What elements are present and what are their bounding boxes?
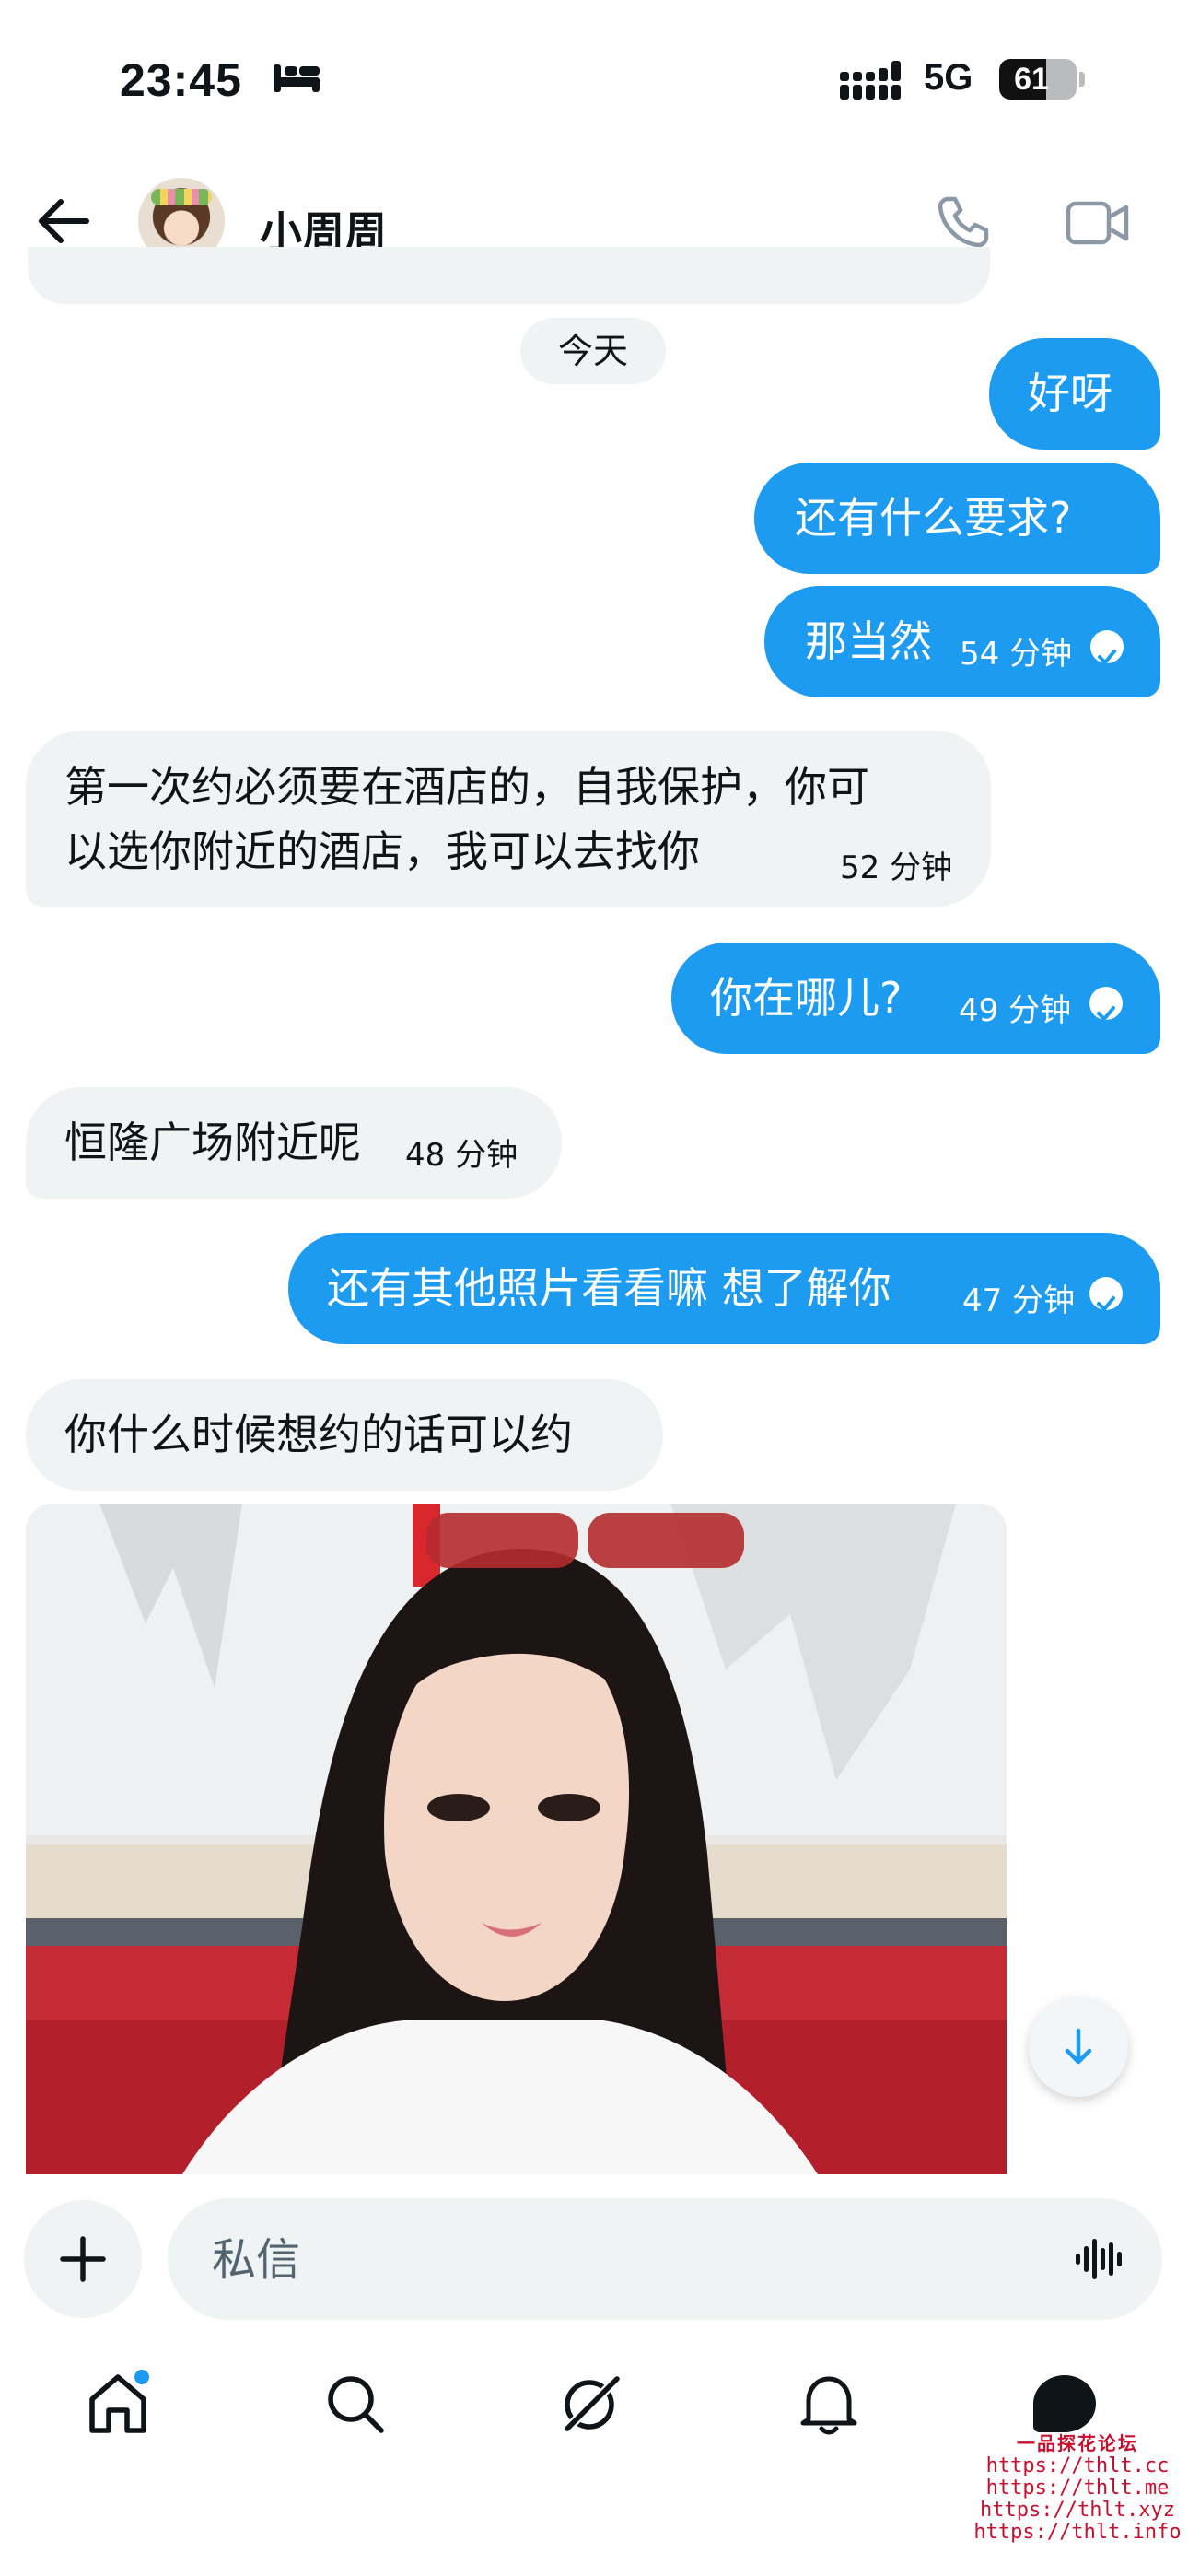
watermark-title: 一品探花论坛 bbox=[1017, 2432, 1138, 2454]
plus-icon bbox=[59, 2235, 107, 2287]
message-input[interactable] bbox=[210, 2198, 1042, 2322]
date-divider: 今天 bbox=[520, 318, 666, 384]
message-time: 54 分钟 bbox=[960, 636, 1073, 673]
message-text: 还有什么要求? bbox=[795, 493, 1072, 543]
message-text: 恒隆广场附近呢 bbox=[64, 1118, 361, 1167]
message-time: 49 分钟 bbox=[959, 992, 1072, 1029]
battery-percent: 61 bbox=[1014, 62, 1049, 97]
message-time: 48 分钟 bbox=[405, 1137, 518, 1174]
cellular-signal-icon bbox=[840, 61, 904, 105]
message-bubble-incoming[interactable]: 第一次约必须要在酒店的，自我保护，你可 以选你附近的酒店，我可以去找你 52 分… bbox=[26, 731, 991, 907]
message-bubble-outgoing[interactable]: 还有什么要求? bbox=[754, 463, 1160, 574]
message-bubble-outgoing[interactable]: 好呀 bbox=[989, 338, 1160, 450]
message-time: 47 分钟 bbox=[962, 1282, 1076, 1319]
battery-cap bbox=[1079, 72, 1085, 87]
message-text: 那当然 bbox=[805, 616, 932, 666]
search-icon bbox=[322, 2376, 389, 2440]
read-check-icon bbox=[1089, 1277, 1123, 1311]
notification-dot bbox=[134, 2370, 149, 2384]
watermark-url: https://thlt.cc bbox=[985, 2454, 1170, 2477]
message-bubble-incoming[interactable]: 你什么时候想约的话可以约 bbox=[26, 1379, 663, 1491]
scroll-to-bottom-button[interactable] bbox=[1029, 1997, 1128, 2097]
message-text: 你在哪儿? bbox=[710, 973, 903, 1023]
arrow-down-icon bbox=[1062, 2027, 1095, 2071]
network-type: 5G bbox=[924, 57, 973, 98]
voice-waveform-icon[interactable] bbox=[1074, 2235, 1127, 2287]
phone-icon[interactable] bbox=[935, 193, 992, 254]
message-bubble-incoming[interactable]: 恒隆广场附近呢 48 分钟 bbox=[26, 1087, 562, 1199]
message-text-line: 第一次约必须要在酒店的，自我保护，你可 bbox=[64, 762, 869, 812]
message-text: 好呀 bbox=[1028, 369, 1112, 418]
tab-search[interactable] bbox=[322, 2371, 389, 2440]
message-composer[interactable] bbox=[168, 2198, 1162, 2322]
message-text: 你什么时候想约的话可以约 bbox=[64, 1410, 573, 1459]
previous-message-edge bbox=[28, 247, 990, 304]
video-camera-icon[interactable] bbox=[1066, 199, 1130, 251]
message-bubble-outgoing[interactable]: 还有其他照片看看嘛 想了解你 47 分钟 bbox=[288, 1233, 1160, 1344]
home-icon bbox=[85, 2374, 151, 2440]
battery-icon: 61 bbox=[999, 59, 1077, 100]
watermark-url: https://thlt.xyz bbox=[980, 2499, 1175, 2522]
watermark-url: https://thlt.me bbox=[985, 2476, 1170, 2500]
messages-icon[interactable] bbox=[1033, 2375, 1096, 2432]
message-text: 还有其他照片看看嘛 想了解你 bbox=[327, 1263, 891, 1313]
watermark: 一品探花论坛 https://thlt.cc https://thlt.me h… bbox=[967, 2429, 1188, 2544]
bed-icon bbox=[272, 63, 321, 98]
read-check-icon bbox=[1089, 987, 1123, 1021]
back-arrow-icon[interactable] bbox=[37, 198, 90, 248]
watermark-url: https://thlt.info bbox=[973, 2521, 1182, 2544]
grok-icon bbox=[558, 2373, 624, 2440]
read-check-icon bbox=[1090, 630, 1124, 664]
status-time: 23:45 bbox=[120, 54, 242, 106]
add-attachment-button[interactable] bbox=[24, 2200, 142, 2318]
message-bubble-outgoing[interactable]: 那当然 54 分钟 bbox=[764, 586, 1160, 697]
message-bubble-outgoing[interactable]: 你在哪儿? 49 分钟 bbox=[671, 943, 1160, 1054]
message-text-line: 以选你附近的酒店，我可以去找你 bbox=[64, 826, 700, 876]
message-time: 52 分钟 bbox=[840, 849, 953, 886]
bell-icon bbox=[796, 2376, 862, 2440]
tab-grok[interactable] bbox=[558, 2371, 624, 2440]
message-photo[interactable] bbox=[26, 1504, 1007, 2174]
tab-notifications[interactable] bbox=[796, 2371, 862, 2440]
